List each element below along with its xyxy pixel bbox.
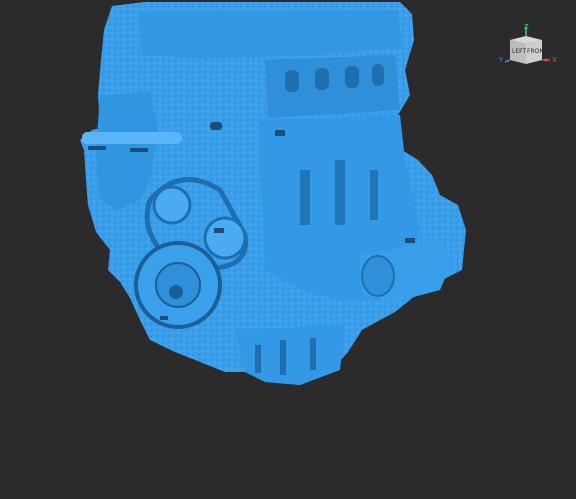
starter-end-cap: [361, 255, 395, 297]
cylinder-head: [140, 10, 402, 58]
x-axis-dot: [544, 58, 548, 62]
idler-pulley: [203, 216, 247, 260]
3d-viewport[interactable]: Z LEFT FRONT X Y: [0, 0, 576, 499]
tensioner-pulley: [152, 185, 192, 225]
x-axis-label: X: [552, 56, 557, 64]
view-orientation-cube[interactable]: Z LEFT FRONT X Y: [496, 22, 560, 70]
crankshaft-bolt: [169, 285, 183, 299]
oil-pan: [235, 325, 345, 385]
front-bracket: [82, 132, 182, 144]
z-axis-label: Z: [524, 23, 529, 31]
scanned-engine-model[interactable]: [0, 0, 576, 499]
y-axis-line: [504, 59, 511, 63]
cube-left-label: LEFT: [512, 48, 526, 55]
cube-front-label: FRONT: [527, 48, 548, 55]
y-axis-label: Y: [498, 56, 504, 64]
crankshaft-pulley-hub: [155, 262, 201, 308]
